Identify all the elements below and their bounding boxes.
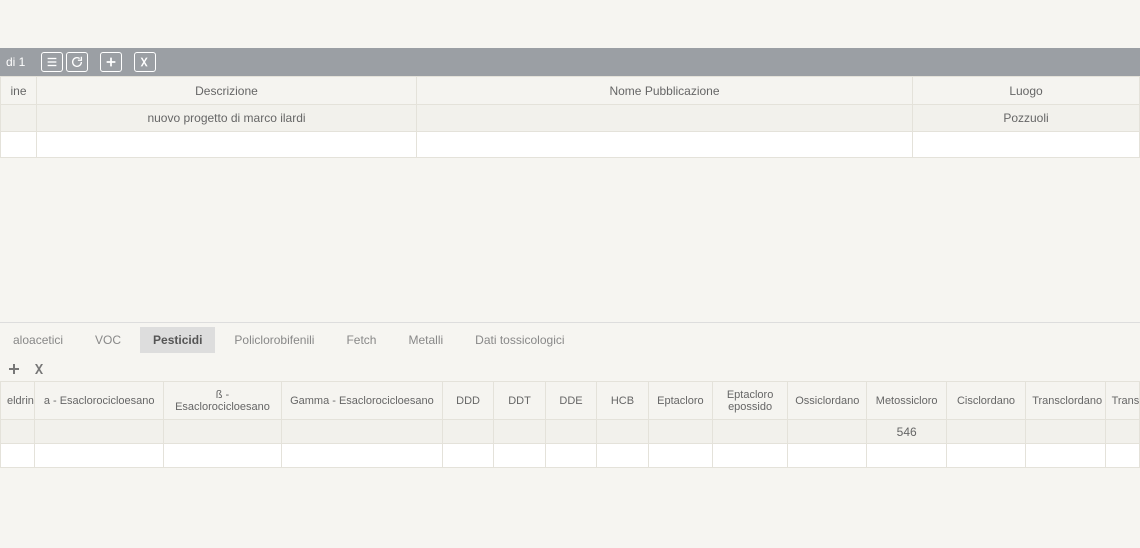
tab-aloacetici[interactable]: aloacetici (0, 327, 76, 353)
main-table-blank-row (1, 132, 1140, 158)
detail-header-metossicloro[interactable]: Metossicloro (867, 382, 946, 420)
detail-header-b-esa[interactable]: ß - Esaclorocicloesano (164, 382, 282, 420)
detail-cell-ddt[interactable] (494, 420, 545, 444)
main-table-row[interactable]: nuovo progetto di marco ilardi Pozzuoli (1, 105, 1140, 132)
paging-label: di 1 (6, 55, 25, 69)
detail-cell-transclordano[interactable] (1026, 420, 1105, 444)
spacer (0, 158, 1140, 322)
main-header-col1[interactable]: ine (1, 77, 37, 105)
main-cell-descrizione[interactable]: nuovo progetto di marco ilardi (37, 105, 417, 132)
excel-icon (138, 55, 152, 69)
detail-cell-metossicloro[interactable]: 546 (867, 420, 946, 444)
detail-blank-row (1, 444, 1140, 468)
main-cell-luogo[interactable]: Pozzuoli (913, 105, 1140, 132)
tabs-row: aloacetici VOC Pesticidi Policlorobifeni… (0, 322, 1140, 357)
add-button[interactable] (100, 52, 122, 72)
tab-pesticidi[interactable]: Pesticidi (140, 327, 215, 353)
main-table-header-row: ine Descrizione Nome Pubblicazione Luogo (1, 77, 1140, 105)
detail-header-hcb[interactable]: HCB (597, 382, 648, 420)
detail-toolbar (0, 357, 1140, 381)
detail-cell-cisclordano[interactable] (946, 420, 1025, 444)
tab-metalli[interactable]: Metalli (395, 327, 456, 353)
detail-cell-eldrin[interactable] (1, 420, 35, 444)
detail-add-button[interactable] (6, 361, 22, 377)
detail-table-row[interactable]: 546 (1, 420, 1140, 444)
refresh-button[interactable] (66, 52, 88, 72)
detail-export-button[interactable] (32, 361, 48, 377)
detail-header-eptacloro[interactable]: Eptacloro (648, 382, 712, 420)
main-header-nome-pubblicazione[interactable]: Nome Pubblicazione (417, 77, 913, 105)
export-excel-button[interactable] (134, 52, 156, 72)
detail-cell-ossiclordano[interactable] (788, 420, 867, 444)
refresh-icon (70, 55, 84, 69)
list-icon (45, 55, 59, 69)
detail-cell-hcb[interactable] (597, 420, 648, 444)
main-cell-nome-pubblicazione[interactable] (417, 105, 913, 132)
icon-group-view (41, 52, 88, 72)
tab-voc[interactable]: VOC (82, 327, 134, 353)
detail-cell-ddd[interactable] (442, 420, 493, 444)
detail-cell-a-esa[interactable] (35, 420, 164, 444)
main-cell-ine[interactable] (1, 105, 37, 132)
main-header-luogo[interactable]: Luogo (913, 77, 1140, 105)
detail-header-eptacloro-ep[interactable]: Eptacloro epossido (713, 382, 788, 420)
main-header-descrizione[interactable]: Descrizione (37, 77, 417, 105)
detail-cell-b-esa[interactable] (164, 420, 282, 444)
detail-header-gamma[interactable]: Gamma - Esaclorocicloesano (281, 382, 442, 420)
icon-group-add (100, 52, 122, 72)
detail-header-transclordano[interactable]: Transclordano (1026, 382, 1105, 420)
detail-cell-trans[interactable] (1105, 420, 1139, 444)
detail-header-ddt[interactable]: DDT (494, 382, 545, 420)
detail-cell-eptacloro-ep[interactable] (713, 420, 788, 444)
plus-icon (104, 55, 118, 69)
detail-table: eldrin a - Esaclorocicloesano ß - Esaclo… (0, 381, 1140, 468)
tab-policlorobifenili[interactable]: Policlorobifenili (221, 327, 327, 353)
detail-header-ossiclordano[interactable]: Ossiclordano (788, 382, 867, 420)
detail-header-dde[interactable]: DDE (545, 382, 596, 420)
detail-header-trans[interactable]: Trans (1105, 382, 1139, 420)
detail-header-row: eldrin a - Esaclorocicloesano ß - Esaclo… (1, 382, 1140, 420)
detail-header-eldrin[interactable]: eldrin (1, 382, 35, 420)
tab-dati-tossicologici[interactable]: Dati tossicologici (462, 327, 577, 353)
list-view-button[interactable] (41, 52, 63, 72)
detail-header-a-esa[interactable]: a - Esaclorocicloesano (35, 382, 164, 420)
detail-header-ddd[interactable]: DDD (442, 382, 493, 420)
detail-header-cisclordano[interactable]: Cisclordano (946, 382, 1025, 420)
detail-cell-eptacloro[interactable] (648, 420, 712, 444)
main-toolbar: di 1 (0, 48, 1140, 76)
excel-icon (32, 361, 48, 377)
plus-icon (6, 361, 22, 377)
icon-group-export (134, 52, 156, 72)
main-table: ine Descrizione Nome Pubblicazione Luogo… (0, 76, 1140, 158)
detail-cell-gamma[interactable] (281, 420, 442, 444)
detail-cell-dde[interactable] (545, 420, 596, 444)
tab-fetch[interactable]: Fetch (333, 327, 389, 353)
